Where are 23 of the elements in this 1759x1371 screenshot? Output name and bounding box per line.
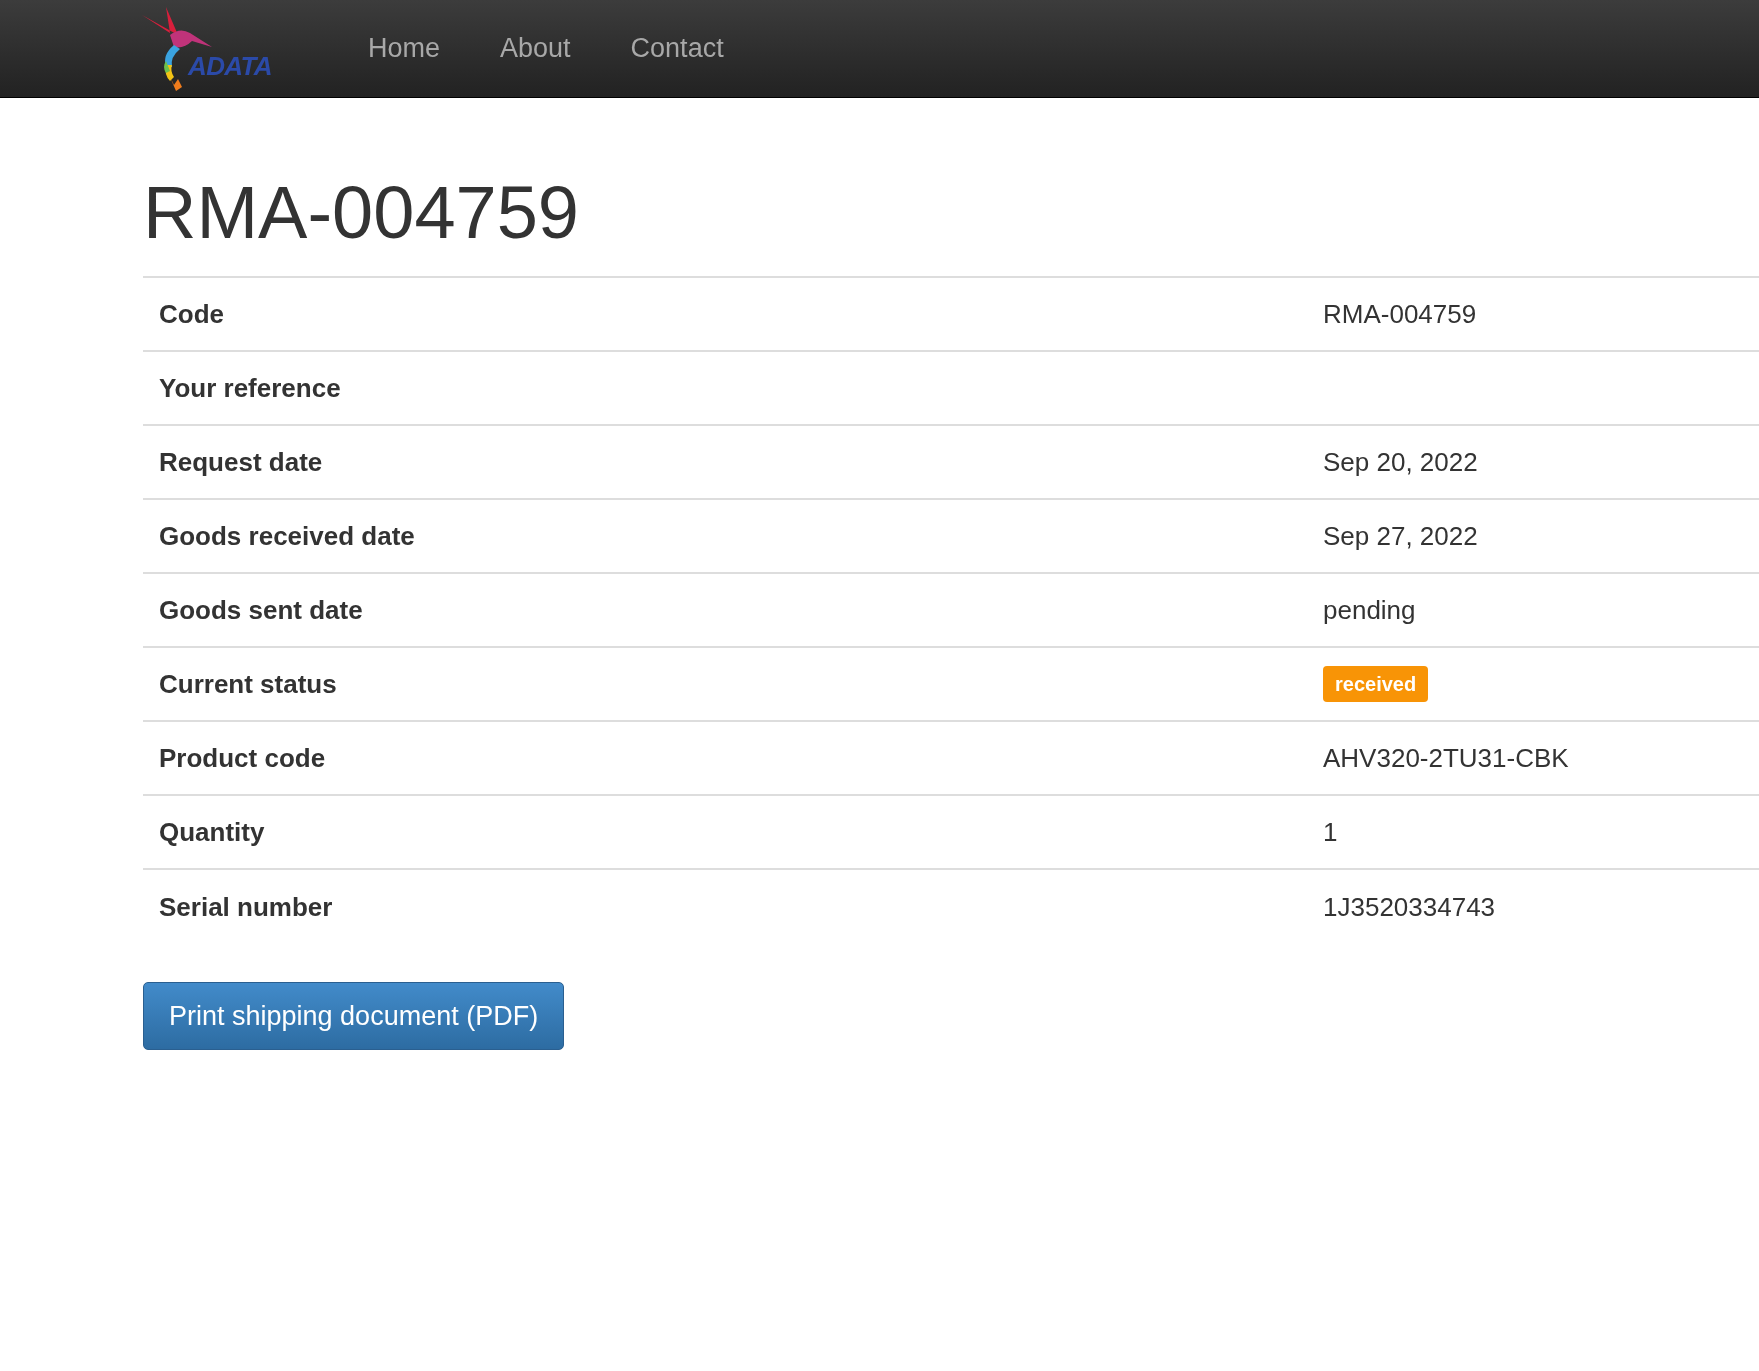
nav-link[interactable]: Contact — [618, 20, 736, 77]
detail-value: pending — [1323, 593, 1416, 627]
detail-label: Serial number — [158, 890, 334, 924]
detail-value: AHV320-2TU31-CBK — [1323, 741, 1569, 775]
detail-label: Code — [158, 297, 225, 331]
detail-label: Your reference — [158, 371, 342, 405]
status-badge: received — [1323, 666, 1429, 702]
nav-link[interactable]: About — [488, 20, 583, 77]
detail-label: Goods received date — [158, 519, 416, 553]
detail-value: Sep 20, 2022 — [1323, 445, 1478, 479]
detail-label: Goods sent date — [158, 593, 364, 627]
print-button[interactable]: Print shipping document (PDF) — [143, 982, 565, 1050]
detail-value: 1J3520334743 — [1323, 890, 1496, 924]
detail-label: Quantity — [158, 815, 266, 849]
detail-value: Sep 27, 2022 — [1323, 519, 1478, 553]
page-title: RMA-004759 — [143, 176, 580, 250]
detail-label: Current status — [158, 667, 338, 701]
logo-text: ADATA — [188, 49, 272, 83]
detail-label: Product code — [158, 741, 327, 775]
detail-value: 1 — [1323, 815, 1338, 849]
detail-value: RMA-004759 — [1323, 297, 1477, 331]
detail-label: Request date — [158, 445, 324, 479]
nav-link[interactable]: Home — [356, 20, 453, 77]
